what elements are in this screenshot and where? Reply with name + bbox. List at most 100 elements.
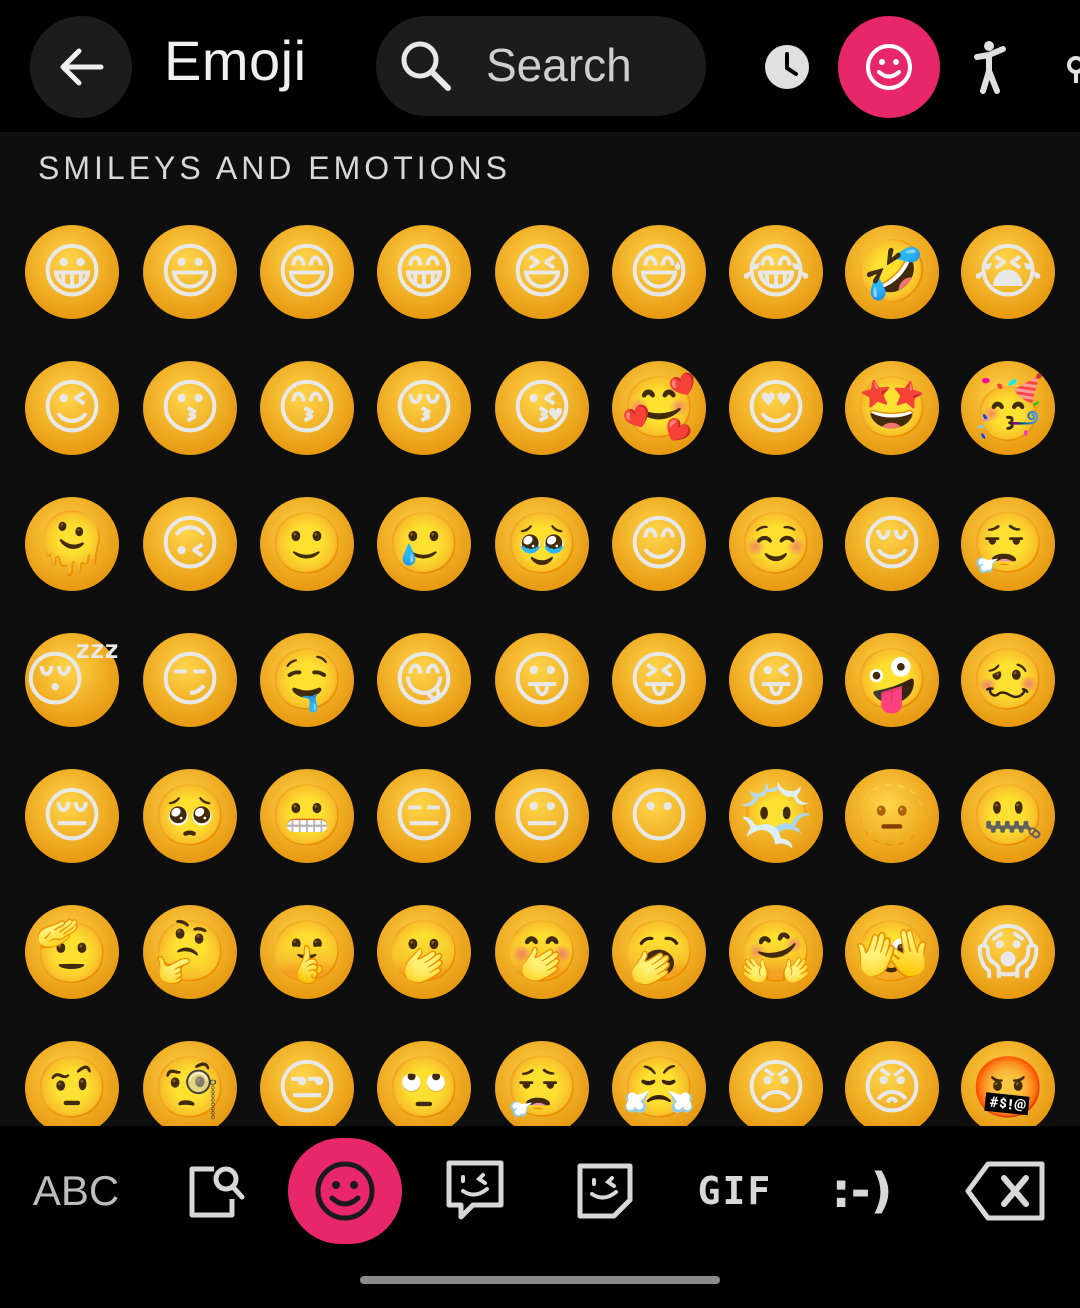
emoji-key[interactable]: 🤤 (257, 630, 357, 730)
emoji-key[interactable]: 😔 (22, 766, 122, 866)
abc-keyboard-button[interactable]: ABC (20, 1126, 132, 1256)
emoji-key[interactable]: 😶 (609, 766, 709, 866)
emoji-glyph: 🥹 (504, 509, 580, 579)
emoji-glyph: 😚 (392, 373, 456, 443)
emoji-key[interactable]: 😬 (257, 766, 357, 866)
emoji-key[interactable]: 😃 (140, 222, 240, 322)
emoji-key[interactable]: 😐 (492, 766, 592, 866)
emoji-key[interactable]: 😝 (609, 630, 709, 730)
emoji-glyph: 🤐 (970, 781, 1046, 851)
emoji-key[interactable]: 😜 (726, 630, 826, 730)
emoji-key[interactable]: 😘 (492, 358, 592, 458)
emoji-key[interactable]: 😑 (374, 766, 474, 866)
emoji-key[interactable]: 🫥 (842, 766, 942, 866)
backspace-icon (965, 1161, 1045, 1221)
clipboard-search-button[interactable] (170, 1126, 262, 1256)
emoji-glyph: 🫣 (854, 917, 930, 987)
search-input[interactable]: Search (376, 16, 706, 116)
emoji-key[interactable]: 🙃 (140, 494, 240, 594)
back-button[interactable] (30, 16, 132, 118)
emoji-glyph: 😡 (860, 1053, 924, 1123)
emoji-key[interactable]: 🥺 (140, 766, 240, 866)
emoji-key[interactable]: 🤩 (842, 358, 942, 458)
category-recent-tab[interactable] (736, 16, 838, 118)
emoji-key[interactable]: 😮‍💨 (958, 494, 1058, 594)
emoji-key[interactable]: 🫡 (22, 902, 122, 1002)
emoji-key[interactable]: 😤 (609, 1038, 709, 1126)
emoji-key[interactable]: 😁 (374, 222, 474, 322)
emoji-key[interactable]: 🫢 (374, 902, 474, 1002)
emoji-key[interactable]: 🙄 (374, 1038, 474, 1126)
emoji-key[interactable]: 🤐 (958, 766, 1058, 866)
emoji-glyph: 😭 (972, 237, 1044, 307)
emoji-glyph: 🧐 (152, 1053, 228, 1123)
emoji-key[interactable]: 😅 (609, 222, 709, 322)
emoji-key[interactable]: 🥴 (958, 630, 1058, 730)
emoji-key[interactable]: 😄 (257, 222, 357, 322)
emoji-key[interactable]: 😱 (958, 902, 1058, 1002)
emoji-key[interactable]: 🤔 (140, 902, 240, 1002)
emoji-key[interactable]: 😮‍💨 (492, 1038, 592, 1126)
category-smileys-tab[interactable] (838, 16, 940, 118)
emoji-key[interactable]: 😍 (726, 358, 826, 458)
emoji-glyph: 😂 (740, 237, 812, 307)
emoji-glyph: 😐 (510, 781, 574, 851)
emoji-key[interactable]: 🤗 (726, 902, 826, 1002)
delete-button[interactable] (950, 1126, 1060, 1256)
emoji-key[interactable]: 😂 (726, 222, 826, 322)
gesture-handle[interactable] (360, 1276, 720, 1284)
gif-button[interactable]: GIF (680, 1126, 790, 1256)
emoji-glyph: 😙 (275, 373, 339, 443)
sticker-button[interactable] (560, 1126, 650, 1256)
category-people-tab[interactable] (940, 16, 1042, 118)
emoji-tab-button[interactable] (288, 1138, 402, 1244)
emoji-key[interactable]: 😀 (22, 222, 122, 322)
emoji-key[interactable]: 🥰 (609, 358, 709, 458)
emoji-key[interactable]: 🤭 (492, 902, 592, 1002)
emoji-key[interactable]: 🤨 (22, 1038, 122, 1126)
emoji-key[interactable]: 🧐 (140, 1038, 240, 1126)
emoji-key[interactable]: 🫣 (842, 902, 942, 1002)
emoji-key[interactable]: 😙 (257, 358, 357, 458)
emoji-key[interactable]: 🥲 (374, 494, 474, 594)
emoji-key[interactable]: 🥱 (609, 902, 709, 1002)
emoji-key[interactable]: 🫠 (22, 494, 122, 594)
emoji-key[interactable]: 🥹 (492, 494, 592, 594)
emoji-key[interactable]: 😠 (726, 1038, 826, 1126)
emoji-glyph: 😅 (627, 237, 691, 307)
emoji-glyph: 😛 (510, 645, 574, 715)
emoji-key[interactable]: 😛 (492, 630, 592, 730)
emoji-key[interactable]: 🤬 (958, 1038, 1058, 1126)
emoji-key[interactable]: 😆 (492, 222, 592, 322)
emoji-key[interactable]: ☺️ (726, 494, 826, 594)
person-activity-icon (974, 41, 1006, 94)
emoji-key[interactable]: 😭 (958, 222, 1058, 322)
emoji-glyph: 🥲 (386, 509, 462, 579)
emoji-key[interactable]: 😉 (22, 358, 122, 458)
emoji-key[interactable]: 😚 (374, 358, 474, 458)
emoji-glyph: 🫡 (34, 917, 110, 987)
emoticon-button[interactable]: :-) (812, 1126, 912, 1256)
emoji-key[interactable]: 😗 (140, 358, 240, 458)
emoji-glyph: 🤔 (152, 917, 228, 987)
emoji-key[interactable]: 🤪 (842, 630, 942, 730)
emoji-key[interactable]: 😒 (257, 1038, 357, 1126)
emoji-key[interactable]: 😶‍🌫️ (726, 766, 826, 866)
keyboard-bottom-bar: ABC GIF :-) (0, 1126, 1080, 1308)
top-bar: Emoji Search (0, 0, 1080, 132)
emoji-key[interactable]: 🤫 (257, 902, 357, 1002)
emoji-key[interactable]: 😡 (842, 1038, 942, 1126)
emoji-key[interactable]: 😋 (374, 630, 474, 730)
category-objects-tab[interactable] (1040, 16, 1080, 118)
emoji-glyph: 😗 (158, 373, 222, 443)
emoji-key[interactable]: 😴 (22, 630, 122, 730)
clock-icon (765, 45, 809, 89)
emoji-key[interactable]: 🤣 (842, 222, 942, 322)
emoji-key[interactable]: 😌 (842, 494, 942, 594)
page-title: Emoji (164, 29, 307, 92)
emoji-key[interactable]: 🥳 (958, 358, 1058, 458)
emoji-key[interactable]: 😏 (140, 630, 240, 730)
emoji-key[interactable]: 😊 (609, 494, 709, 594)
bitmoji-button[interactable] (430, 1126, 520, 1256)
emoji-key[interactable]: 🙂 (257, 494, 357, 594)
